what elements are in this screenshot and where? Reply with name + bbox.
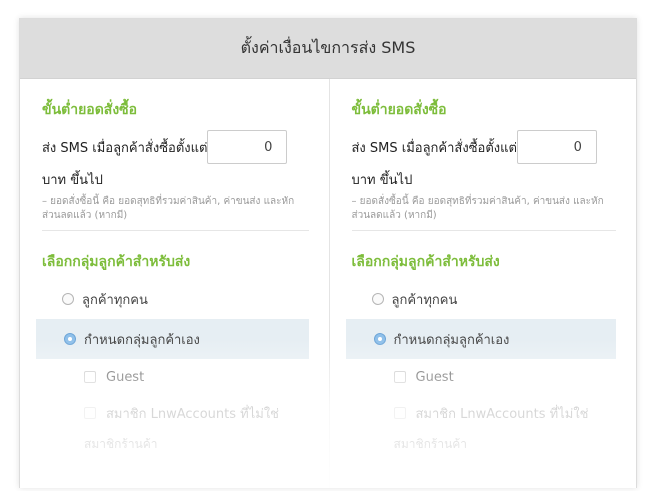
settings-column-1: ขั้นต่ำยอดสั่งซื้อ ส่ง SMS เมื่อลูกค้าสั… [20,79,329,488]
radio-icon[interactable] [62,293,74,305]
radio-all-label: ลูกค้าทุกคน [391,292,458,308]
customer-group-title: เลือกกลุ่มลูกค้าสำหรับส่ง [351,254,500,270]
checkbox-lnw-label: สมาชิก LnwAccounts ที่ไม่ใช่ [415,406,589,422]
radio-custom-group[interactable]: กำหนดกลุ่มลูกค้าเอง [345,319,616,359]
min-order-note: – ยอดสั่งซื้อนี้ คือ ยอดสุทธิที่รวมค่าสิ… [42,196,295,221]
checkbox-icon[interactable] [393,371,406,383]
min-order-label: ส่ง SMS เมื่อลูกค้าสั่งซื้อตั้งแต่ [351,140,517,156]
checkbox-guest[interactable]: Guest [42,359,309,395]
panel-header: ตั้งค่าเงื่อนไขการส่ง SMS [20,19,636,79]
min-order-title: ขั้นต่ำยอดสั่งซื้อ [42,102,138,118]
divider [42,230,309,231]
min-order-input[interactable] [207,130,288,164]
radio-all-customers[interactable]: ลูกค้าทุกคน [42,279,309,319]
radio-custom-label: กำหนดกลุ่มลูกค้าเอง [393,332,510,348]
customer-group-title: เลือกกลุ่มลูกค้าสำหรับส่ง [42,254,191,270]
min-order-input[interactable] [516,130,597,164]
checkbox-icon[interactable] [84,407,96,419]
radio-selected-icon[interactable] [64,333,76,345]
min-order-title: ขั้นต่ำยอดสั่งซื้อ [351,102,447,118]
min-order-unit: บาท ขึ้นไป [351,173,413,188]
checkbox-icon[interactable] [84,371,96,383]
radio-custom-group[interactable]: กำหนดกลุ่มลูกค้าเอง [36,319,309,359]
settings-column-2: ขั้นต่ำยอดสั่งซื้อ ส่ง SMS เมื่อลูกค้าสั… [328,79,637,488]
min-order-note: – ยอดสั่งซื้อนี้ คือ ยอดสุทธิที่รวมค่าสิ… [351,196,604,221]
checkbox-guest-label: Guest [415,369,454,385]
checkbox-lnwaccounts[interactable]: สมาชิก LnwAccounts ที่ไม่ใช่ [42,395,309,431]
checkbox-lnwaccounts[interactable]: สมาชิก LnwAccounts ที่ไม่ใช่ [352,395,617,431]
min-order-row: ส่ง SMS เมื่อลูกค้าสั่งซื้อตั้งแต่ [42,129,309,165]
divider [351,230,616,231]
radio-icon[interactable] [371,293,384,305]
min-order-unit: บาท ขึ้นไป [42,173,103,188]
checkbox-guest[interactable]: Guest [352,359,617,395]
checkbox-icon[interactable] [393,407,406,419]
checkbox-lnw-label-cont: สมาชิกร้านค้า [84,437,158,451]
checkbox-guest-label: Guest [106,369,145,385]
columns: ขั้นต่ำยอดสั่งซื้อ ส่ง SMS เมื่อลูกค้าสั… [20,79,636,488]
sms-settings-panel: ตั้งค่าเงื่อนไขการส่ง SMS ขั้นต่ำยอดสั่ง… [19,18,637,488]
checkbox-lnw-label: สมาชิก LnwAccounts ที่ไม่ใช่ [106,406,279,422]
panel-title: ตั้งค่าเงื่อนไขการส่ง SMS [240,38,416,57]
min-order-row: ส่ง SMS เมื่อลูกค้าสั่งซื้อตั้งแต่ [352,129,617,165]
radio-all-customers[interactable]: ลูกค้าทุกคน [352,279,617,319]
radio-selected-icon[interactable] [373,333,386,345]
radio-custom-label: กำหนดกลุ่มลูกค้าเอง [84,332,200,348]
min-order-label: ส่ง SMS เมื่อลูกค้าสั่งซื้อตั้งแต่ [42,140,208,156]
radio-all-label: ลูกค้าทุกคน [82,292,148,308]
checkbox-lnw-label-cont: สมาชิกร้านค้า [393,437,468,451]
